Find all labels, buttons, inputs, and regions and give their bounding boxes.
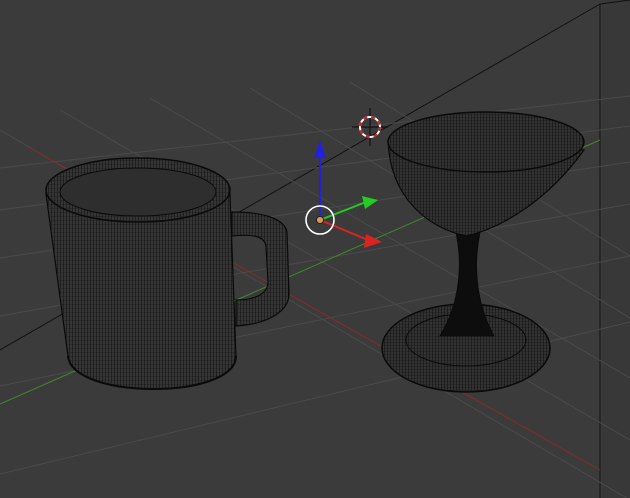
glass-stem <box>439 231 495 337</box>
gizmo-z-arrow-icon[interactable] <box>314 140 326 158</box>
gizmo-x-arrow-icon[interactable] <box>364 234 382 248</box>
glass-rim <box>387 111 585 173</box>
transform-gizmo-icon[interactable] <box>305 140 382 248</box>
object-origin-icon <box>316 216 324 224</box>
gizmo-y-axis[interactable] <box>319 201 367 221</box>
3d-viewport[interactable] <box>0 0 630 498</box>
gizmo-x-axis[interactable] <box>319 219 369 241</box>
martini-glass[interactable] <box>381 111 586 393</box>
3d-cursor-icon[interactable] <box>352 108 388 146</box>
mug-handle <box>231 211 290 327</box>
gizmo-y-arrow-icon[interactable] <box>362 196 378 209</box>
mug-inner-rim <box>59 167 217 217</box>
